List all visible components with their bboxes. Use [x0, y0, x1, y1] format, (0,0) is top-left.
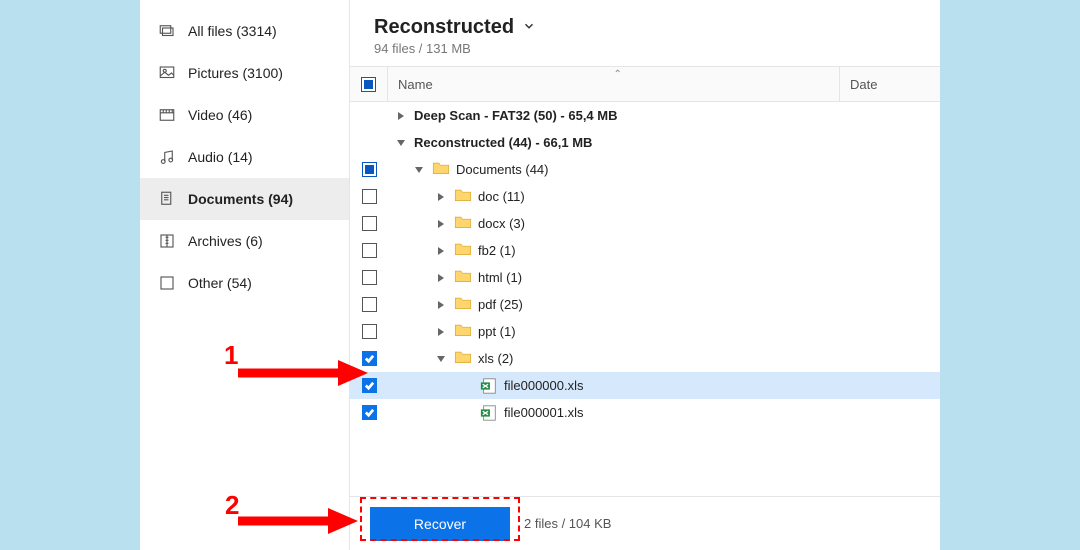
tree-group-reconstructed[interactable]: Reconstructed (44) - 66,1 MB	[350, 129, 940, 156]
tree-folder-xls[interactable]: xls (2)	[350, 345, 940, 372]
xls-file-icon	[480, 378, 498, 394]
sort-caret-icon: ⌃	[614, 69, 622, 80]
tree-label: ppt (1)	[478, 324, 516, 339]
header-title-row[interactable]: Reconstructed	[374, 16, 916, 39]
folder-icon	[454, 350, 472, 367]
folder-icon	[454, 188, 472, 205]
column-date[interactable]: Date	[840, 67, 940, 101]
sidebar-item-label: Audio (14)	[188, 149, 253, 165]
sidebar-item-audio[interactable]: Audio (14)	[140, 136, 349, 178]
document-icon	[158, 190, 176, 208]
expander-collapsed-icon[interactable]	[434, 190, 448, 204]
recover-button[interactable]: Recover	[370, 507, 510, 541]
file-tree[interactable]: Deep Scan - FAT32 (50) - 65,4 MB Reconst…	[350, 102, 940, 550]
sidebar-item-documents[interactable]: Documents (94)	[140, 178, 349, 220]
tree-folder-documents[interactable]: Documents (44)	[350, 156, 940, 183]
sidebar-item-label: Archives (6)	[188, 233, 263, 249]
tree-file[interactable]: file000001.xls	[350, 399, 940, 426]
main-header: Reconstructed 94 files / 131 MB	[350, 0, 940, 66]
xls-file-icon	[480, 405, 498, 421]
sidebar-item-label: Video (46)	[188, 107, 252, 123]
tree-file[interactable]: file000000.xls	[350, 372, 940, 399]
footer-status: 2 files / 104 KB	[524, 516, 611, 531]
tree-label: pdf (25)	[478, 297, 523, 312]
chevron-down-icon	[522, 16, 536, 39]
checkbox[interactable]	[362, 324, 377, 339]
header-subtitle: 94 files / 131 MB	[374, 41, 916, 56]
expander-collapsed-icon[interactable]	[434, 271, 448, 285]
folder-icon	[454, 215, 472, 232]
tree-folder[interactable]: ppt (1)	[350, 318, 940, 345]
folder-icon	[454, 269, 472, 286]
sidebar-item-archives[interactable]: Archives (6)	[140, 220, 349, 262]
tree-label: file000001.xls	[504, 405, 584, 420]
expander-collapsed-icon[interactable]	[434, 244, 448, 258]
folder-icon	[454, 296, 472, 313]
sidebar-item-label: Other (54)	[188, 275, 252, 291]
checkbox[interactable]	[362, 297, 377, 312]
checkbox[interactable]	[362, 162, 377, 177]
picture-icon	[158, 64, 176, 82]
sidebar-item-other[interactable]: Other (54)	[140, 262, 349, 304]
page-title: Reconstructed	[374, 16, 514, 39]
select-all-checkbox[interactable]	[361, 77, 376, 92]
tree-folder[interactable]: doc (11)	[350, 183, 940, 210]
checkbox[interactable]	[362, 351, 377, 366]
sidebar-item-allfiles[interactable]: All files (3314)	[140, 10, 349, 52]
tree-label: file000000.xls	[504, 378, 584, 393]
tree-folder[interactable]: html (1)	[350, 264, 940, 291]
music-icon	[158, 148, 176, 166]
footer: Recover 2 files / 104 KB	[350, 496, 940, 550]
sidebar: All files (3314) Pictures (3100) Video (…	[140, 0, 350, 550]
other-icon	[158, 274, 176, 292]
archive-icon	[158, 232, 176, 250]
stack-icon	[158, 22, 176, 40]
tree-group-deepscan[interactable]: Deep Scan - FAT32 (50) - 65,4 MB	[350, 102, 940, 129]
expander-collapsed-icon[interactable]	[434, 298, 448, 312]
column-name-label: Name	[398, 77, 433, 92]
tree-label: docx (3)	[478, 216, 525, 231]
column-name[interactable]: Name ⌃	[388, 67, 840, 101]
tree-label: xls (2)	[478, 351, 513, 366]
tree-folder[interactable]: pdf (25)	[350, 291, 940, 318]
checkbox[interactable]	[362, 270, 377, 285]
expander-collapsed-icon[interactable]	[394, 109, 408, 123]
tree-label: doc (11)	[478, 189, 525, 204]
checkbox[interactable]	[362, 216, 377, 231]
expander-expanded-icon[interactable]	[412, 163, 426, 177]
sidebar-item-label: All files (3314)	[188, 23, 277, 39]
sidebar-item-video[interactable]: Video (46)	[140, 94, 349, 136]
tree-label: Reconstructed (44) - 66,1 MB	[414, 135, 592, 150]
checkbox[interactable]	[362, 405, 377, 420]
header-checkbox-cell[interactable]	[350, 67, 388, 101]
folder-icon	[432, 161, 450, 178]
sidebar-item-label: Documents (94)	[188, 191, 293, 207]
folder-icon	[454, 323, 472, 340]
expander-collapsed-icon[interactable]	[434, 325, 448, 339]
tree-label: Deep Scan - FAT32 (50) - 65,4 MB	[414, 108, 618, 123]
tree-label: fb2 (1)	[478, 243, 516, 258]
table-header: Name ⌃ Date	[350, 66, 940, 102]
sidebar-item-label: Pictures (3100)	[188, 65, 283, 81]
expander-collapsed-icon[interactable]	[434, 217, 448, 231]
checkbox[interactable]	[362, 189, 377, 204]
sidebar-item-pictures[interactable]: Pictures (3100)	[140, 52, 349, 94]
checkbox[interactable]	[362, 243, 377, 258]
tree-folder[interactable]: fb2 (1)	[350, 237, 940, 264]
tree-label: html (1)	[478, 270, 522, 285]
video-icon	[158, 106, 176, 124]
main-panel: Reconstructed 94 files / 131 MB Name ⌃ D…	[350, 0, 940, 550]
tree-label: Documents (44)	[456, 162, 548, 177]
folder-icon	[454, 242, 472, 259]
column-date-label: Date	[850, 77, 877, 92]
checkbox[interactable]	[362, 378, 377, 393]
app-window: All files (3314) Pictures (3100) Video (…	[140, 0, 940, 550]
expander-expanded-icon[interactable]	[434, 352, 448, 366]
tree-folder[interactable]: docx (3)	[350, 210, 940, 237]
expander-expanded-icon[interactable]	[394, 136, 408, 150]
